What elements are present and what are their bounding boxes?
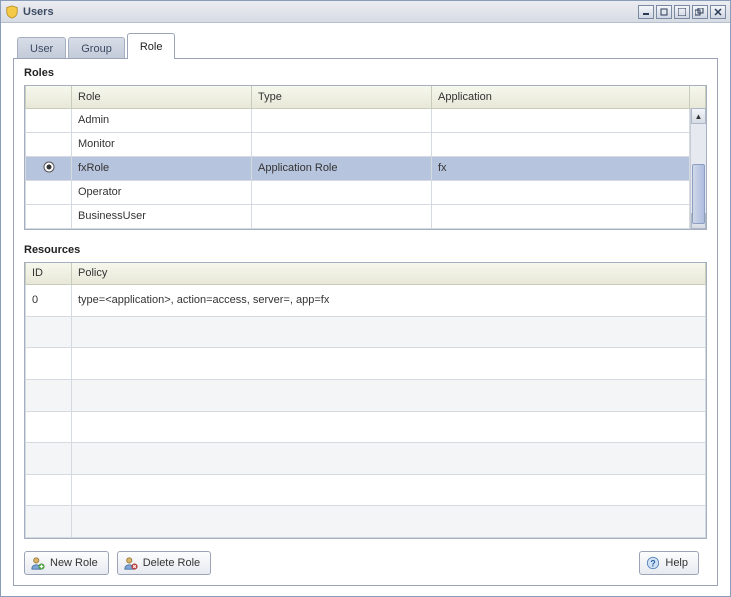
roles-col-select[interactable] [26,86,72,108]
cell-role: Admin [72,108,252,132]
cell-type [252,180,432,204]
table-row[interactable]: Admin [26,108,706,132]
help-button[interactable]: ? Help [639,551,699,575]
cell-type [252,204,432,228]
roles-scrollbar[interactable]: ▲ ▼ [690,108,706,229]
tab-user[interactable]: User [17,37,66,59]
new-role-button[interactable]: New Role [24,551,109,575]
roles-header-row: Role Type Application [26,86,706,108]
delete-role-label: Delete Role [143,557,200,569]
cell-type: Application Role [252,156,432,180]
delete-role-button[interactable]: Delete Role [117,551,211,575]
cell-id [26,411,72,443]
roles-col-application[interactable]: Application [432,86,690,108]
row-radio-cell[interactable] [26,204,72,228]
cell-application [432,132,690,156]
minimize-button[interactable] [638,5,654,19]
delete-user-icon [124,556,138,570]
help-icon: ? [646,556,660,570]
scroll-thumb[interactable] [692,164,705,224]
cell-id: 0 [26,285,72,317]
radio-selected-icon [43,161,55,173]
cell-policy [72,411,706,443]
table-row[interactable] [26,411,706,443]
roles-col-type[interactable]: Type [252,86,432,108]
cell-role: Operator [72,180,252,204]
roles-label: Roles [24,67,707,79]
resources-header-row: ID Policy [26,263,706,285]
row-radio-cell[interactable] [26,156,72,180]
cell-role: Monitor [72,132,252,156]
roles-col-role[interactable]: Role [72,86,252,108]
window-controls [638,5,726,19]
resources-section: Resources ID Policy 0type=<application>,… [24,244,707,540]
cell-id [26,379,72,411]
cell-role: BusinessUser [72,204,252,228]
titlebar: Users [1,1,730,23]
table-row[interactable] [26,443,706,475]
cell-type [252,132,432,156]
resources-col-policy[interactable]: Policy [72,263,706,285]
tab-bar: User Group Role [17,33,718,59]
tab-role[interactable]: Role [127,33,176,59]
cell-id [26,348,72,380]
roles-col-scroll [690,86,706,108]
table-row[interactable] [26,379,706,411]
table-row[interactable]: Operator [26,180,706,204]
role-panel: Roles Role Type Application AdminMonitor… [13,58,718,586]
cell-id [26,316,72,348]
roles-table-wrap: Role Type Application AdminMonitorfxRole… [24,85,707,230]
cell-role: fxRole [72,156,252,180]
row-radio-cell[interactable] [26,180,72,204]
scroll-up-icon[interactable]: ▲ [691,108,706,124]
roles-table: Role Type Application AdminMonitorfxRole… [25,86,706,229]
cell-policy [72,506,706,538]
cell-policy [72,348,706,380]
row-radio-cell[interactable] [26,108,72,132]
cell-policy [72,379,706,411]
table-row[interactable]: fxRoleApplication Rolefx [26,156,706,180]
resources-label: Resources [24,244,707,256]
svg-text:?: ? [651,559,656,569]
cell-type [252,108,432,132]
table-row[interactable] [26,348,706,380]
table-row[interactable] [26,506,706,538]
help-label: Help [665,557,688,569]
table-row[interactable]: BusinessUser [26,204,706,228]
shield-icon [5,5,19,19]
cell-id [26,506,72,538]
table-row[interactable]: Monitor [26,132,706,156]
tab-group[interactable]: Group [68,37,125,59]
maximize-button[interactable] [674,5,690,19]
cell-application [432,108,690,132]
new-role-label: New Role [50,557,98,569]
cell-id [26,474,72,506]
cell-id [26,443,72,475]
table-row[interactable]: 0type=<application>, action=access, serv… [26,285,706,317]
cell-policy: type=<application>, action=access, serve… [72,285,706,317]
cell-policy [72,474,706,506]
close-button[interactable] [710,5,726,19]
content-area: User Group Role Roles Role Type Applicat… [1,23,730,596]
resources-table: ID Policy 0type=<application>, action=ac… [25,263,706,539]
window-title: Users [23,6,638,18]
cell-application [432,180,690,204]
row-radio-cell[interactable] [26,132,72,156]
cell-application [432,204,690,228]
restore-button[interactable] [656,5,672,19]
table-row[interactable] [26,474,706,506]
add-user-icon [31,556,45,570]
detach-button[interactable] [692,5,708,19]
cell-policy [72,316,706,348]
table-row[interactable] [26,316,706,348]
scroll-track[interactable] [691,124,706,213]
cell-application: fx [432,156,690,180]
button-bar: New Role Delete Role ? Help [24,551,707,575]
resources-col-id[interactable]: ID [26,263,72,285]
cell-policy [72,443,706,475]
resources-table-wrap: ID Policy 0type=<application>, action=ac… [24,262,707,540]
users-window: Users User Group Role Roles [0,0,731,597]
